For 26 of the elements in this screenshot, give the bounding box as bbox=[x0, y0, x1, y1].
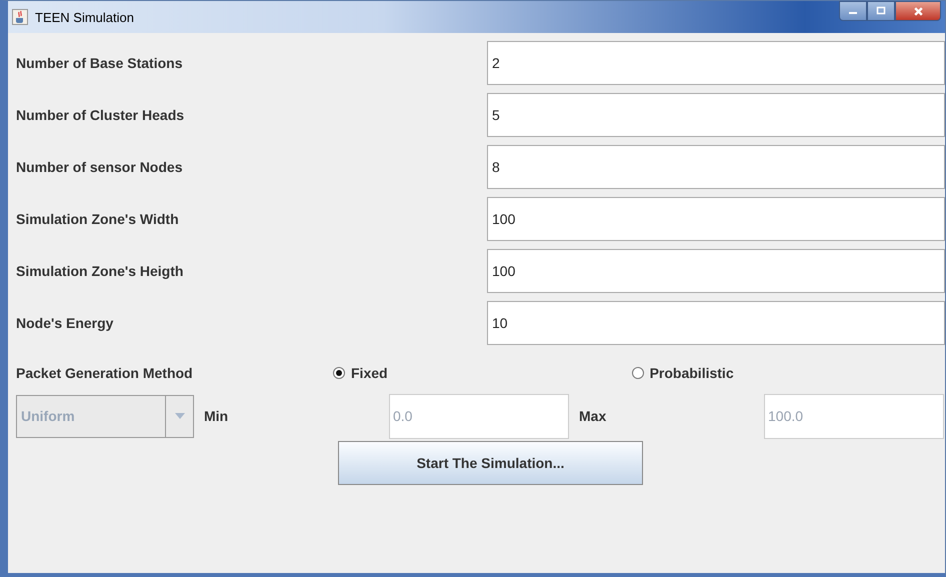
text-field[interactable]: 10 bbox=[487, 301, 945, 345]
start-simulation-button[interactable]: Start The Simulation... bbox=[338, 441, 643, 485]
field-label: Max bbox=[579, 408, 608, 424]
maximize-button[interactable] bbox=[867, 1, 895, 21]
java-cup-icon bbox=[12, 9, 28, 25]
field-label: Min bbox=[204, 408, 230, 424]
radio-option[interactable]: Probabilistic bbox=[632, 365, 734, 381]
text-field[interactable]: 5 bbox=[487, 93, 945, 137]
close-icon bbox=[912, 6, 924, 16]
field-label: Node's Energy bbox=[16, 315, 114, 331]
field-label: Number of Cluster Heads bbox=[16, 107, 186, 123]
close-button[interactable] bbox=[895, 1, 941, 21]
field-label: Simulation Zone's Heigth bbox=[16, 263, 184, 279]
text-field[interactable]: 8 bbox=[487, 145, 945, 189]
field-label: Simulation Zone's Width bbox=[16, 211, 180, 227]
radio-option[interactable]: Fixed bbox=[333, 365, 388, 381]
maximize-icon bbox=[876, 6, 886, 16]
minimize-button[interactable] bbox=[839, 1, 867, 21]
caret-icon bbox=[174, 413, 184, 419]
text-field[interactable]: 2 bbox=[487, 41, 945, 85]
text-field[interactable]: 100 bbox=[487, 249, 945, 293]
text-field[interactable]: 100 bbox=[487, 197, 945, 241]
field-label: Number of Base Stations bbox=[16, 55, 184, 71]
window-title: TEEN Simulation bbox=[35, 10, 134, 24]
field-label: Packet Generation Method bbox=[16, 365, 194, 381]
field-label: Number of sensor Nodes bbox=[16, 159, 184, 175]
